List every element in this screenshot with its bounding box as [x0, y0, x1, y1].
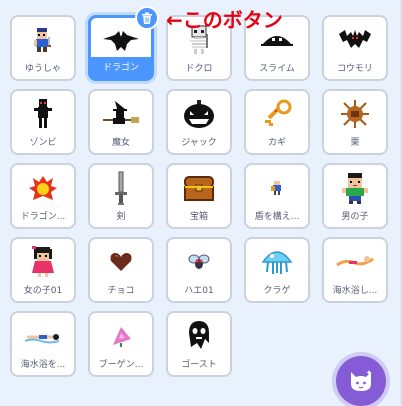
key-icon [246, 97, 308, 131]
sprite-tile[interactable]: 海水浴し... [322, 237, 388, 303]
annotation-text: ←このボタン [166, 8, 283, 32]
sprite-tile[interactable]: ゆうしゃ [10, 15, 76, 81]
sprite-tile[interactable]: 栗 [322, 89, 388, 155]
sprite-label: 宝箱 [189, 212, 208, 222]
treasure-chest-icon [168, 171, 230, 205]
zombie-icon [12, 97, 74, 131]
sprite-label: 海水浴し... [332, 286, 378, 296]
bat-icon [324, 23, 386, 57]
girl-icon [12, 245, 74, 279]
sprite-label: 海水浴を... [20, 360, 66, 370]
sprite-label: 男の子 [341, 212, 369, 222]
sprite-tile[interactable]: コウモリ [322, 15, 388, 81]
swimmer-icon [324, 245, 386, 279]
shield-hero-icon [246, 171, 308, 205]
sprite-label: スライム [259, 64, 295, 74]
hero-icon [12, 23, 74, 57]
swimmer2-icon [12, 319, 74, 353]
chocolate-heart-icon [90, 245, 152, 279]
sprite-label: カギ [267, 138, 286, 148]
sprite-label: ゾンビ [29, 138, 57, 148]
sprite-label: 盾を構え... [254, 212, 300, 222]
sprite-label: ジャック [181, 138, 217, 148]
sprite-tile[interactable]: 盾を構え... [244, 163, 310, 229]
sprite-grid: ゆうしゃ ドラゴン ドクロ スライム コウモリゾンビ 魔女 ジャック カギ 栗ドラゴン... 剣 宝… [10, 6, 388, 377]
fly-icon [168, 245, 230, 279]
sprite-label: 剣 [116, 212, 126, 222]
sprite-tile[interactable]: ジャック [166, 89, 232, 155]
sprite-label: 魔女 [111, 138, 130, 148]
sprite-tile[interactable]: ゴースト [166, 311, 232, 377]
sprite-label: チョコ [107, 286, 135, 296]
chestnut-icon [324, 97, 386, 131]
sprite-label: ゆうしゃ [24, 64, 61, 74]
sprite-tile[interactable]: ドラゴン... [10, 163, 76, 229]
jellyfish-icon [246, 245, 308, 279]
sprite-label: 栗 [350, 138, 360, 148]
sprite-label: コウモリ [337, 64, 373, 74]
sprite-label: ブーゲン... [98, 360, 144, 370]
sprite-tile[interactable]: 剣 [88, 163, 154, 229]
sprite-tile[interactable]: 宝箱 [166, 163, 232, 229]
sprite-tile[interactable]: 男の子 [322, 163, 388, 229]
sprite-tile[interactable]: ゾンビ [10, 89, 76, 155]
boy-icon [324, 171, 386, 205]
fire-icon [12, 171, 74, 205]
bougainvillea-icon [90, 319, 152, 353]
sprite-tile[interactable]: ブーゲン... [88, 311, 154, 377]
witch-icon [90, 97, 152, 131]
sprite-tile[interactable]: 海水浴を... [10, 311, 76, 377]
sprite-tile[interactable]: チョコ [88, 237, 154, 303]
sprite-tile[interactable]: ドラゴン [88, 6, 159, 81]
choose-sprite-button[interactable] [336, 356, 386, 406]
trash-icon [142, 12, 152, 24]
sprite-tile[interactable]: 魔女 [88, 89, 154, 155]
sprite-tile[interactable]: 女の子01 [10, 237, 76, 303]
sprite-tile[interactable]: クラゲ [244, 237, 310, 303]
sprite-pane: ゆうしゃ ドラゴン ドクロ スライム コウモリゾンビ 魔女 ジャック カギ 栗ドラゴン... 剣 宝… [0, 0, 402, 406]
sprite-label: ゴースト [181, 360, 217, 370]
ghost-icon [168, 319, 230, 353]
sprite-tile[interactable]: カギ [244, 89, 310, 155]
sword-icon [90, 171, 152, 205]
sprite-tile[interactable]: ハエ01 [166, 237, 232, 303]
sprite-label: 女の子01 [23, 286, 63, 296]
sprite-label: ドクロ [185, 64, 213, 74]
cat-icon [351, 370, 372, 391]
delete-sprite-button[interactable] [135, 6, 159, 30]
sprite-label: ドラゴン [102, 63, 139, 73]
sprite-label: クラゲ [263, 286, 291, 296]
jack-o-lantern-icon [168, 97, 230, 131]
sprite-label: ドラゴン... [20, 212, 66, 222]
sprite-label: ハエ01 [184, 286, 214, 296]
